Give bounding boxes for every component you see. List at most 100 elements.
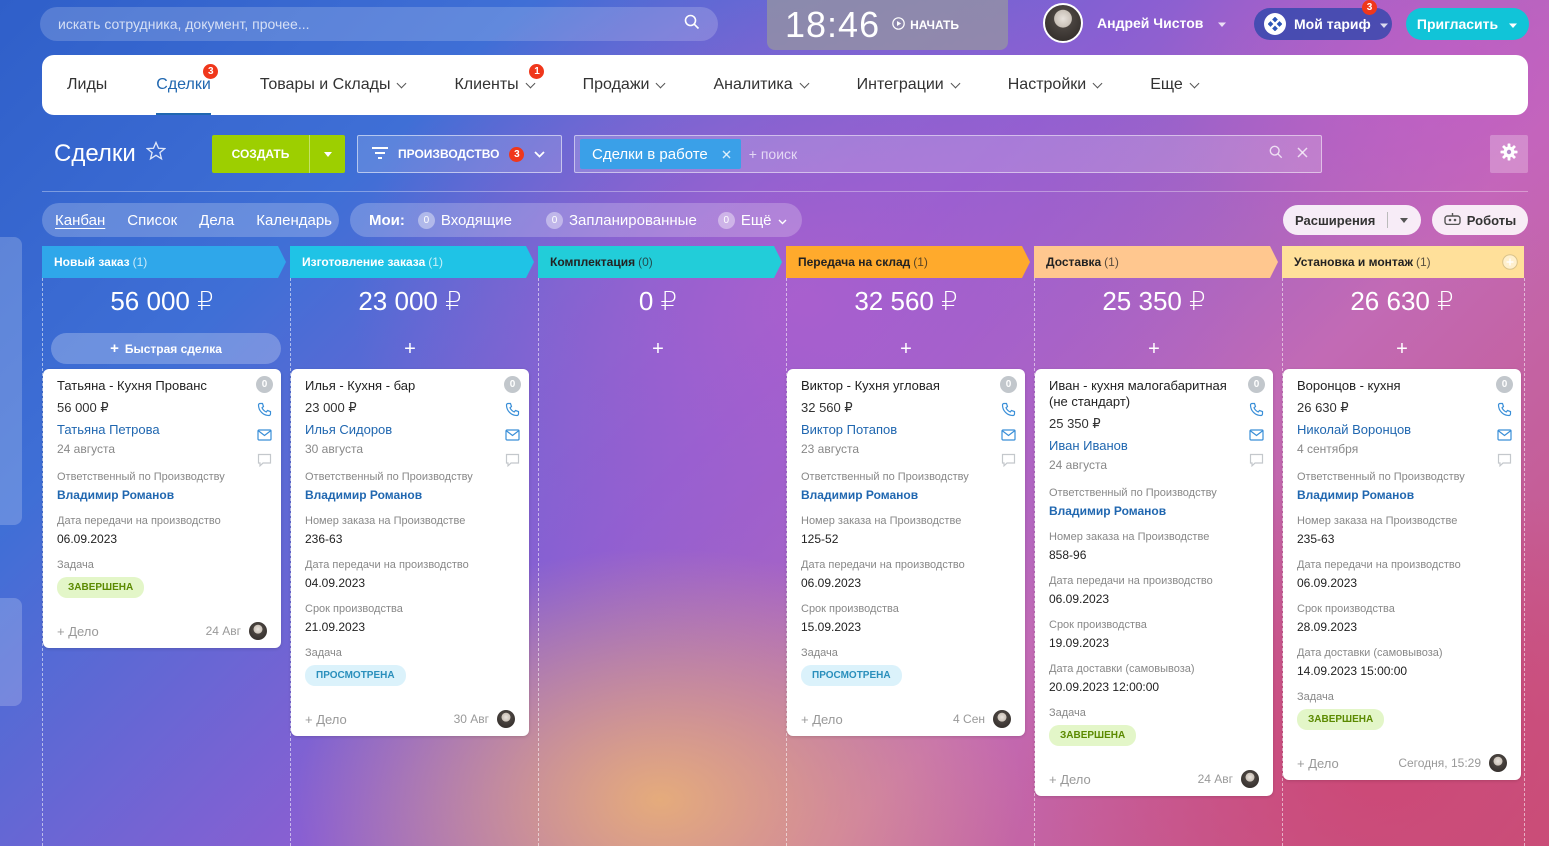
chat-icon[interactable]: [1001, 453, 1016, 470]
add-activity-link[interactable]: + Дело: [57, 624, 99, 639]
menu-item-more[interactable]: Еще: [1150, 55, 1200, 115]
phone-icon[interactable]: [1249, 402, 1264, 420]
add-activity-link[interactable]: + Дело: [801, 712, 843, 727]
filter-chip[interactable]: Сделки в работе: [580, 139, 741, 169]
chevron-down-icon: [950, 78, 961, 88]
menu-item-settings[interactable]: Настройки: [1008, 55, 1103, 115]
chevron-down-icon[interactable]: [1400, 217, 1409, 223]
deal-title[interactable]: Виктор - Кухня угловая: [801, 378, 986, 394]
deal-client[interactable]: Иван Иванов: [1049, 438, 1259, 453]
add-deal-plus-button[interactable]: +: [1282, 334, 1522, 364]
add-activity-link[interactable]: + Дело: [305, 712, 347, 727]
quick-deal-label: Быстрая сделка: [124, 341, 222, 356]
counter-planned[interactable]: 0 Запланированные: [546, 211, 697, 229]
deal-title[interactable]: Илья - Кухня - бар: [305, 378, 490, 394]
field-value[interactable]: Владимир Романов: [801, 488, 1011, 502]
field-label: Дата доставки (самовывоза): [1049, 663, 1195, 675]
stage-header[interactable]: Новый заказ (1): [42, 246, 286, 278]
menu-item-sales[interactable]: Продажи: [583, 55, 666, 115]
deal-client[interactable]: Николай Воронцов: [1297, 422, 1507, 437]
phone-icon[interactable]: [1001, 402, 1016, 420]
menu-item-leads[interactable]: Лиды: [67, 55, 107, 115]
mail-icon[interactable]: [505, 429, 520, 444]
deal-card[interactable]: 0 Виктор - Кухня угловая 32 560 ₽ Виктор…: [787, 369, 1025, 736]
deal-title[interactable]: Иван - кухня малогабаритная (не стандарт…: [1049, 378, 1234, 410]
card-actions: 0: [1000, 376, 1017, 470]
phone-icon[interactable]: [257, 402, 272, 420]
deal-card[interactable]: 0 Воронцов - кухня 26 630 ₽ Николай Воро…: [1283, 369, 1521, 780]
field-value[interactable]: Владимир Романов: [1297, 488, 1507, 502]
mail-icon[interactable]: [1497, 429, 1512, 444]
settings-gear-button[interactable]: [1490, 135, 1528, 173]
pipeline-selector[interactable]: ПРОИЗВОДСТВО 3: [357, 135, 562, 173]
chat-icon[interactable]: [1249, 453, 1264, 470]
chat-icon[interactable]: [1497, 453, 1512, 470]
field-value[interactable]: Владимир Романов: [1049, 504, 1259, 518]
global-search[interactable]: [40, 7, 718, 41]
add-stage-icon[interactable]: [1502, 254, 1518, 273]
deal-title[interactable]: Татьяна - Кухня Прованс: [57, 378, 242, 394]
add-deal-plus-button[interactable]: +: [290, 334, 530, 364]
chat-icon[interactable]: [505, 453, 520, 470]
menu-item-clients[interactable]: Клиенты 1: [454, 55, 545, 115]
view-calendar[interactable]: Календарь: [256, 212, 332, 229]
my-tariff-button[interactable]: Мой тариф 3: [1254, 0, 1392, 40]
add-deal-plus-button[interactable]: +: [1034, 334, 1274, 364]
stage-header[interactable]: Доставка (1): [1034, 246, 1278, 278]
chat-icon[interactable]: [257, 453, 272, 470]
robots-button[interactable]: Роботы: [1432, 205, 1528, 235]
field-value[interactable]: Владимир Романов: [57, 488, 267, 502]
view-list[interactable]: Список: [127, 212, 177, 229]
add-activity-link[interactable]: + Дело: [1049, 772, 1091, 787]
deal-card[interactable]: 0 Илья - Кухня - бар 23 000 ₽ Илья Сидор…: [291, 369, 529, 736]
deal-client[interactable]: Илья Сидоров: [305, 422, 515, 437]
phone-icon[interactable]: [505, 402, 520, 420]
menu-label: Сделки: [156, 76, 211, 93]
stage-count: (1): [428, 255, 443, 269]
page-title: Сделки: [54, 140, 167, 168]
menu-item-analytics[interactable]: Аналитика: [713, 55, 810, 115]
deal-client[interactable]: Виктор Потапов: [801, 422, 1011, 437]
search-input[interactable]: [58, 16, 684, 32]
add-deal-plus-button[interactable]: +: [786, 334, 1026, 364]
field-value: 15.09.2023: [801, 620, 862, 634]
card-footer: + Дело 24 Авг: [1049, 762, 1259, 796]
star-icon[interactable]: [145, 140, 167, 168]
deal-card[interactable]: 0 Иван - кухня малогабаритная (не станда…: [1035, 369, 1273, 796]
create-button[interactable]: СОЗДАТЬ: [212, 135, 345, 173]
close-icon[interactable]: [722, 146, 731, 163]
stage-header[interactable]: Изготовление заказа (1): [290, 246, 534, 278]
menu-item-integrations[interactable]: Интеграции: [857, 55, 961, 115]
quick-deal-button[interactable]: + Быстрая сделка: [51, 333, 281, 364]
mail-icon[interactable]: [257, 429, 272, 444]
invite-button[interactable]: Пригласить: [1406, 8, 1529, 40]
filter-search-input[interactable]: [748, 146, 1261, 162]
menu-item-products[interactable]: Товары и Склады: [260, 55, 407, 115]
counter-more[interactable]: 0 Ещё: [717, 211, 787, 229]
view-kanban[interactable]: Канбан: [55, 212, 105, 229]
add-deal-plus-button[interactable]: +: [538, 334, 778, 364]
extensions-button[interactable]: Расширения: [1283, 205, 1421, 235]
user-menu[interactable]: Андрей Чистов: [1043, 3, 1227, 43]
timer-start-button[interactable]: НАЧАТЬ: [892, 17, 959, 33]
stage-header[interactable]: Передача на склад (1): [786, 246, 1030, 278]
deal-title[interactable]: Воронцов - кухня: [1297, 378, 1482, 394]
stage-header[interactable]: Установка и монтаж (1): [1282, 246, 1524, 278]
phone-icon[interactable]: [1497, 402, 1512, 420]
stage-header[interactable]: Комплектация (0): [538, 246, 782, 278]
mail-icon[interactable]: [1249, 429, 1264, 444]
create-dropdown-button[interactable]: [309, 135, 345, 173]
clear-icon[interactable]: [1297, 145, 1308, 163]
search-icon[interactable]: [684, 14, 700, 35]
mail-icon[interactable]: [1001, 429, 1016, 444]
search-icon[interactable]: [1269, 145, 1283, 164]
deal-card[interactable]: 0 Татьяна - Кухня Прованс 56 000 ₽ Татья…: [43, 369, 281, 648]
field-value[interactable]: Владимир Романов: [305, 488, 515, 502]
add-activity-link[interactable]: + Дело: [1297, 756, 1339, 771]
menu-item-deals[interactable]: Сделки 3: [156, 55, 219, 115]
deal-client[interactable]: Татьяна Петрова: [57, 422, 267, 437]
field-value: 236-63: [305, 532, 343, 546]
view-activities[interactable]: Дела: [199, 212, 234, 229]
counter-incoming[interactable]: 0 Входящие: [417, 211, 512, 229]
stage-count: (1): [1104, 255, 1119, 269]
